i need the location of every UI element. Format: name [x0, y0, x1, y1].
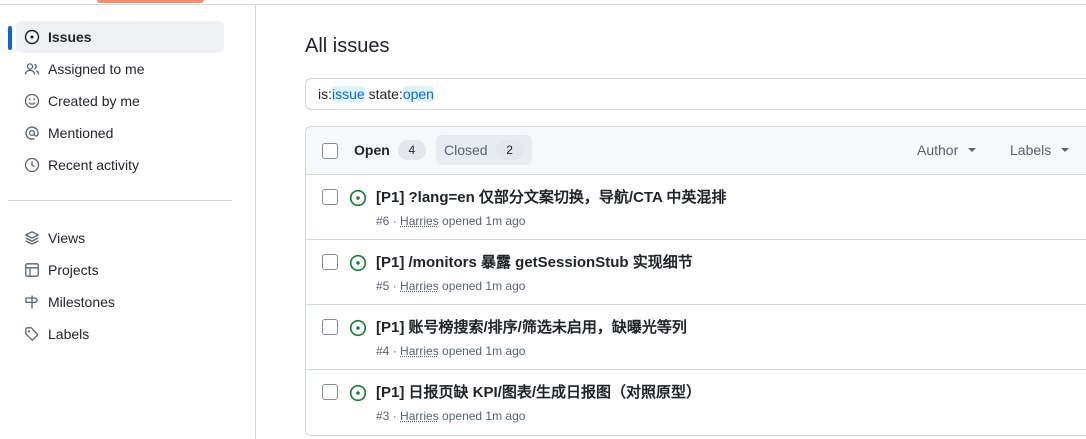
search-token-key: is: — [318, 86, 332, 102]
issue-meta: #6 · Harries opened 1m ago — [376, 214, 525, 228]
issue-opened-time: opened 1m ago — [442, 279, 525, 293]
issue-author-link[interactable]: Harries — [400, 409, 439, 423]
sidebar-item-recent-activity[interactable]: Recent activity — [16, 149, 224, 181]
issue-number: #5 — [376, 279, 389, 293]
issue-opened-time: opened 1m ago — [442, 409, 525, 423]
issue-meta: #3 · Harries opened 1m ago — [376, 409, 525, 423]
issue-opened-icon — [349, 254, 367, 272]
issue-title-link[interactable]: [P1] /monitors 暴露 getSessionStub 实现细节 — [376, 251, 693, 272]
sidebar-item-created-by-me[interactable]: Created by me — [16, 85, 224, 117]
sidebar-item-labels[interactable]: Labels — [16, 318, 224, 350]
search-token-value: issue — [332, 86, 365, 102]
issue-meta: #5 · Harries opened 1m ago — [376, 279, 525, 293]
mention-icon — [24, 125, 40, 141]
issue-title-link[interactable]: [P1] ?lang=en 仅部分文案切换，导航/CTA 中英混排 — [376, 186, 726, 207]
active-tab-underline — [97, 0, 204, 3]
sidebar-item-label: Milestones — [48, 294, 115, 310]
issue-number: #4 — [376, 344, 389, 358]
sidebar-item-views[interactable]: Views — [16, 222, 224, 254]
sidebar-item-label: Assigned to me — [48, 61, 145, 77]
tab-closed-label: Closed — [444, 142, 488, 158]
issue-checkbox[interactable] — [322, 189, 338, 205]
chevron-down-icon — [968, 148, 976, 152]
search-input[interactable]: is: issue state: open — [305, 78, 1086, 110]
milestone-icon — [24, 294, 40, 310]
tab-open-label: Open — [354, 142, 390, 158]
issue-opened-icon — [349, 319, 367, 337]
issue-author-link[interactable]: Harries — [400, 214, 439, 228]
sidebar-item-milestones[interactable]: Milestones — [16, 286, 224, 318]
author-filter-label: Author — [917, 142, 958, 158]
issues-list-header: Open 4 Closed 2 Author Labels — [306, 127, 1086, 175]
sidebar-item-issues[interactable]: Issues — [16, 21, 224, 53]
issue-opened-icon — [349, 384, 367, 402]
tab-closed[interactable]: Closed 2 — [436, 135, 532, 165]
issue-opened-icon — [349, 189, 367, 207]
sidebar-item-label: Labels — [48, 326, 89, 342]
issue-meta: #4 · Harries opened 1m ago — [376, 344, 525, 358]
issue-author-link[interactable]: Harries — [400, 279, 439, 293]
page-title: All issues — [305, 35, 389, 58]
sidebar-item-label: Mentioned — [48, 125, 113, 141]
issue-opened-time: opened 1m ago — [442, 344, 525, 358]
closed-count-badge: 2 — [496, 140, 524, 160]
issue-row[interactable]: [P1] /monitors 暴露 getSessionStub 实现细节 #5… — [306, 240, 1086, 305]
open-count-badge: 4 — [398, 140, 426, 160]
select-all-checkbox[interactable] — [322, 143, 338, 159]
tag-icon — [24, 326, 40, 342]
selected-indicator — [8, 26, 12, 50]
smiley-icon — [24, 93, 40, 109]
issue-opened-icon — [24, 29, 40, 45]
labels-filter[interactable]: Labels — [1010, 142, 1069, 158]
issue-checkbox[interactable] — [322, 384, 338, 400]
main-content: All issues is: issue state: open Open 4 Cl… — [257, 5, 1086, 439]
people-icon — [24, 61, 40, 77]
issue-checkbox[interactable] — [322, 319, 338, 335]
sidebar-item-label: Created by me — [48, 93, 140, 109]
issues-sidebar: Issues Assigned to me Created by me Ment… — [0, 5, 256, 439]
clock-icon — [24, 157, 40, 173]
search-token-key: state: — [369, 86, 403, 102]
issues-list: Open 4 Closed 2 Author Labels [P1] ?lang… — [305, 126, 1086, 436]
sidebar-item-mentioned[interactable]: Mentioned — [16, 117, 224, 149]
chevron-down-icon — [1061, 148, 1069, 152]
issue-title-link[interactable]: [P1] 日报页缺 KPI/图表/生成日报图（对照原型） — [376, 381, 701, 402]
labels-filter-label: Labels — [1010, 142, 1051, 158]
stack-icon — [24, 230, 40, 246]
issue-author-link[interactable]: Harries — [400, 344, 439, 358]
search-token-value: open — [403, 86, 434, 102]
sidebar-item-label: Projects — [48, 262, 99, 278]
author-filter[interactable]: Author — [917, 142, 976, 158]
issue-title-link[interactable]: [P1] 账号榜搜索/排序/筛选未启用，缺曝光等列 — [376, 316, 687, 337]
issue-number: #6 — [376, 214, 389, 228]
sidebar-item-assigned-to-me[interactable]: Assigned to me — [16, 53, 224, 85]
sidebar-item-label: Views — [48, 230, 85, 246]
issue-row[interactable]: [P1] 账号榜搜索/排序/筛选未启用，缺曝光等列 #4 · Harries o… — [306, 305, 1086, 370]
issue-checkbox[interactable] — [322, 254, 338, 270]
sidebar-item-label: Issues — [48, 29, 92, 45]
issue-opened-time: opened 1m ago — [442, 214, 525, 228]
sidebar-divider — [8, 200, 232, 201]
issue-row[interactable]: [P1] 日报页缺 KPI/图表/生成日报图（对照原型） #3 · Harrie… — [306, 370, 1086, 435]
tab-open[interactable]: Open 4 — [346, 135, 434, 165]
issue-row[interactable]: [P1] ?lang=en 仅部分文案切换，导航/CTA 中英混排 #6 · H… — [306, 175, 1086, 240]
sidebar-item-label: Recent activity — [48, 157, 139, 173]
sidebar-item-projects[interactable]: Projects — [16, 254, 224, 286]
issue-number: #3 — [376, 409, 389, 423]
table-icon — [24, 262, 40, 278]
